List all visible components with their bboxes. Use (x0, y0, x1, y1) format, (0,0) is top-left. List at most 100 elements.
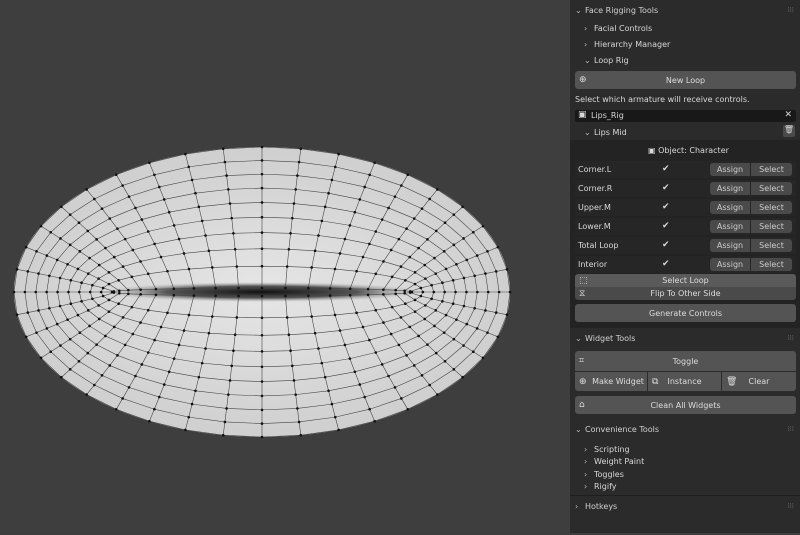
vertex (187, 313, 191, 317)
vertex (214, 294, 217, 298)
drag-grip-icon[interactable]: ⁞⁞⁞ (787, 502, 794, 510)
trash-icon[interactable]: 🗑 (783, 125, 795, 137)
vertex (260, 247, 264, 251)
generate-controls-button[interactable]: Generate Controls (575, 304, 796, 322)
vertex (417, 334, 420, 338)
vertex (451, 302, 455, 305)
vertex (172, 293, 176, 297)
assign-button[interactable]: Assign (710, 201, 750, 214)
vertex (389, 332, 393, 336)
assign-button[interactable]: Assign (710, 220, 750, 233)
convenience-tools-header[interactable]: ⌄ Convenience Tools ⁞⁞⁞ (570, 419, 800, 439)
select-loop-button[interactable]: ⬚ Select Loop (575, 274, 796, 287)
widget-tools-header[interactable]: ⌄ Widget Tools ⁞⁞⁞ (570, 328, 800, 348)
vertex (80, 281, 83, 285)
vertex (121, 184, 124, 187)
new-loop-button[interactable]: ⊕ New Loop (575, 71, 796, 89)
drag-grip-icon[interactable]: ⁞⁞⁞ (787, 6, 794, 14)
vertex (389, 248, 393, 252)
vertex (462, 344, 465, 347)
vertex (60, 375, 63, 379)
vertex (373, 161, 376, 165)
vertex (413, 271, 417, 274)
vertex (462, 276, 466, 280)
instance-button[interactable]: ⧉ Instance (648, 372, 721, 391)
select-button[interactable]: Select (751, 239, 792, 252)
vertex (162, 198, 166, 201)
vertex (48, 274, 51, 278)
vertex (114, 173, 118, 176)
hotkeys-header[interactable]: › Hotkeys ⁞⁞⁞ (570, 496, 800, 516)
vertex (204, 234, 207, 237)
vertex (260, 215, 264, 219)
instruction-text: Select which armature will receive contr… (575, 95, 750, 104)
assign-button[interactable]: Assign (710, 239, 750, 252)
vertex (420, 374, 424, 377)
select-button[interactable]: Select (751, 201, 792, 214)
subpanel-facial-controls[interactable]: › Facial Controls (570, 20, 800, 36)
vertex (130, 305, 134, 309)
assign-button[interactable]: Assign (710, 182, 750, 195)
vertex (475, 254, 479, 257)
select-button[interactable]: Select (751, 163, 792, 176)
subpanel-rigify[interactable]: › Rigify (570, 481, 800, 494)
assign-button[interactable]: Assign (710, 163, 750, 176)
clean-all-widgets-button[interactable]: ⌂ Clean All Widgets (575, 396, 796, 414)
armature-field[interactable]: ▣ Lips_Rig ✕ (575, 110, 796, 122)
lips-mid-header[interactable]: ⌄ Lips Mid (570, 124, 627, 140)
vertex (12, 290, 16, 294)
vertex (430, 297, 433, 301)
3d-viewport[interactable] (0, 0, 570, 533)
vertex (223, 160, 227, 164)
vertex (88, 290, 92, 294)
select-button[interactable]: Select (751, 220, 792, 233)
clear-button[interactable]: 🗑 Clear (722, 372, 796, 391)
subpanel-hierarchy-manager[interactable]: › Hierarchy Manager (570, 36, 800, 52)
subpanel-weight-paint[interactable]: › Weight Paint (570, 456, 800, 469)
subpanel-toggles[interactable]: › Toggles (570, 468, 800, 481)
vertex (338, 252, 342, 255)
vertex (393, 386, 397, 389)
vertex (190, 178, 194, 182)
vertex (434, 272, 438, 275)
check-icon: ✔ (662, 164, 670, 174)
vertex (287, 333, 291, 337)
make-widget-button[interactable]: ⊕ Make Widget (575, 372, 647, 391)
vertex (69, 302, 73, 305)
vertex (260, 365, 264, 369)
vertex (387, 374, 390, 378)
vertex (436, 188, 439, 191)
vertex (139, 321, 142, 324)
lip-mesh[interactable] (0, 0, 570, 533)
vertex (434, 229, 438, 233)
vertex (232, 349, 235, 352)
vertex (260, 159, 264, 162)
vertex (107, 298, 111, 302)
flip-to-other-side-button[interactable]: ⧖ Flip To Other Side (575, 287, 796, 300)
subpanel-loop-rig[interactable]: ⌄ Loop Rig (570, 52, 800, 68)
clear-field-icon[interactable]: ✕ (784, 110, 792, 120)
check-icon: ✔ (662, 183, 670, 193)
drag-grip-icon[interactable]: ⁞⁞⁞ (787, 334, 794, 342)
vertex (366, 293, 370, 297)
vertex (428, 383, 431, 387)
select-button[interactable]: Select (751, 182, 792, 195)
vertex (260, 350, 264, 353)
drag-grip-icon[interactable]: ⁞⁞⁞ (787, 425, 794, 433)
subpanel-scripting[interactable]: › Scripting (570, 443, 800, 456)
face-rigging-header[interactable]: ⌄ Face Rigging Tools ⁞⁞⁞ (570, 0, 800, 20)
vertex (154, 287, 158, 291)
toggle-button[interactable]: ⌗ Toggle (575, 351, 796, 371)
assign-button[interactable]: Assign (710, 258, 750, 271)
vertex (330, 178, 334, 182)
select-button[interactable]: Select (751, 258, 792, 271)
vertex (59, 344, 62, 347)
vertex (413, 310, 417, 313)
vertex (197, 205, 201, 209)
vertex (104, 334, 107, 338)
vertex (56, 290, 59, 294)
vertex (97, 263, 101, 267)
vertex (260, 286, 264, 290)
vertex (78, 290, 81, 294)
vertex (417, 246, 420, 250)
